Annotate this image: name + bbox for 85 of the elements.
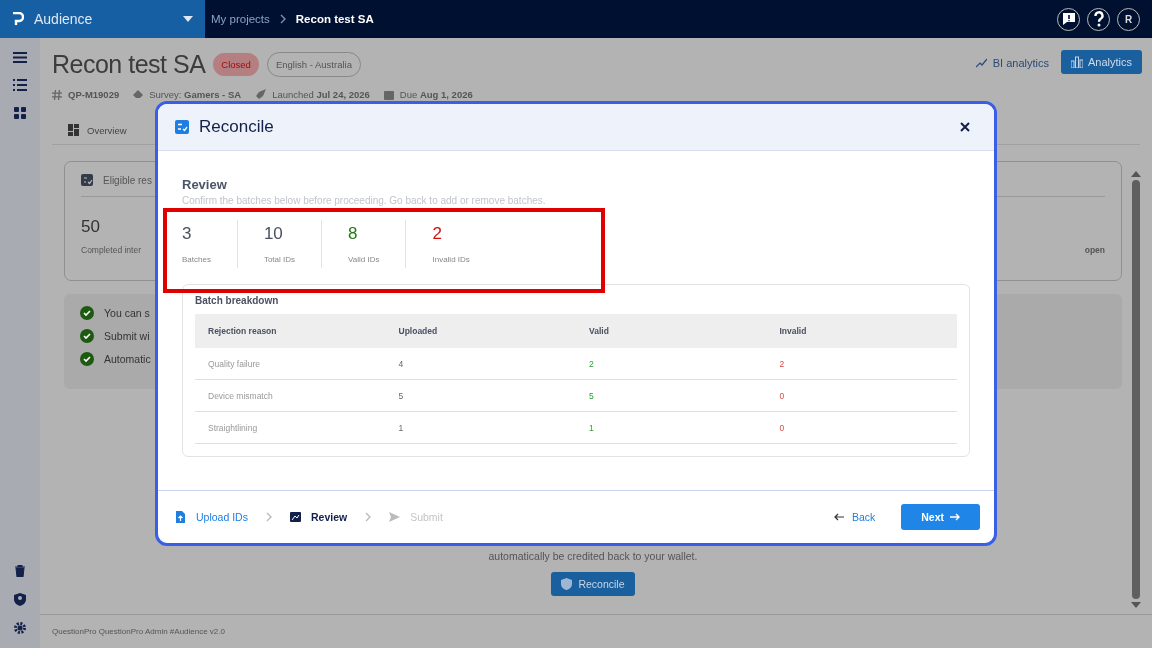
launch-date: Launched Jul 24, 2026 [272,89,370,100]
status-badge: Closed [213,53,259,76]
step-link[interactable]: Review [289,511,348,523]
check-circle-icon [80,352,94,366]
help-icon [1092,11,1105,27]
step-link[interactable]: Upload IDs [175,511,248,523]
analytics-button[interactable]: Analytics [1060,50,1142,74]
next-button[interactable]: Next [901,504,980,530]
checklist-icon [81,174,93,186]
card-title: Eligible res [103,174,152,186]
checklist-text: Submit wi [104,330,150,342]
survey-name: Survey: Gamers - SA [149,89,242,100]
list-icon [13,79,27,91]
shield-icon [14,593,26,606]
table-cell: 4 [385,348,576,380]
footer-text: QuestionPro QuestionPro Admin #Audience v2.0 [40,614,1152,648]
check-circle-icon [80,306,94,320]
settings-icon [14,622,26,634]
close-icon [960,122,970,132]
metric-label: Completed inter [81,245,141,255]
bar-chart-icon [1070,56,1083,68]
chevron-icon [365,512,372,522]
table-cell: 2 [576,348,767,380]
table-cell: 2 [766,348,957,380]
due-date: Due Aug 1, 2026 [399,89,473,100]
table-cell: Straightlining [195,411,386,444]
checklist-text: You can s [104,307,150,319]
trash-icon [15,565,25,577]
column-header: Rejection reason [195,314,386,348]
stat-label: Batches [182,255,211,264]
checklist-icon [175,120,189,134]
caret-icon [183,16,193,22]
upload-icon [175,511,186,523]
chevron-icon [265,512,272,522]
table-cell: 0 [766,411,957,444]
hash-icon [52,89,62,100]
scroll-thumb[interactable] [1132,180,1140,599]
column-header: Invalid [766,314,957,348]
arrow-left-icon [833,513,844,521]
grid-icon [14,107,26,119]
wallet-note: automatically be credited back to your wallet. [488,550,698,562]
menu-icon [13,52,27,63]
reconcile-button[interactable]: Reconcile [551,572,635,596]
table-cell: Quality failure [195,348,386,380]
column-header: Uploaded [385,314,576,348]
chevron-icon [279,14,286,24]
stat-value: 10 [263,224,284,244]
table-cell: 1 [385,411,576,444]
scroll-up-icon [1131,171,1141,177]
metric-label: open [1084,245,1105,255]
card-title: Batch breakdown [195,295,280,306]
stat-label: Valid IDs [348,255,380,264]
dashboard-icon [68,124,79,136]
scroll-down-icon [1131,602,1141,608]
checklist-text: Automatic [104,353,151,365]
project-title: Recon test SA [52,50,206,79]
stat-label: Invalid IDs [432,255,470,264]
stat-value: 2 [432,224,443,244]
feedback-icon [1061,12,1076,26]
metric-value: 50 [81,217,101,237]
dialog-title: Reconcile [199,117,275,137]
overview-tab[interactable]: Overview [68,118,127,144]
breadcrumb-link[interactable]: My projects [211,13,270,25]
stat-value: 3 [182,224,193,244]
table-cell: 0 [766,379,957,412]
send-icon [389,511,401,523]
shield-icon [561,578,573,590]
table-cell: 5 [576,379,767,412]
column-header: Valid [576,314,767,348]
section-title: Review [182,177,228,192]
stat-value: 8 [348,224,359,244]
trend-icon [975,58,987,68]
back-button[interactable]: Back [833,511,876,523]
product-switcher[interactable]: Audience [0,0,205,38]
step-link: Submit [389,511,443,523]
bi-analytics-link[interactable]: BI analytics [975,50,1049,69]
table-cell: 5 [385,379,576,412]
arrow-right-icon [950,513,960,521]
project-id: QP-M19029 [68,89,120,100]
stat-label: Total IDs [263,255,296,264]
logo-icon [12,12,24,26]
image-icon [289,511,301,523]
table-cell: Device mismatch [195,379,386,412]
table-cell: 1 [576,411,767,444]
check-circle-icon [80,329,94,343]
